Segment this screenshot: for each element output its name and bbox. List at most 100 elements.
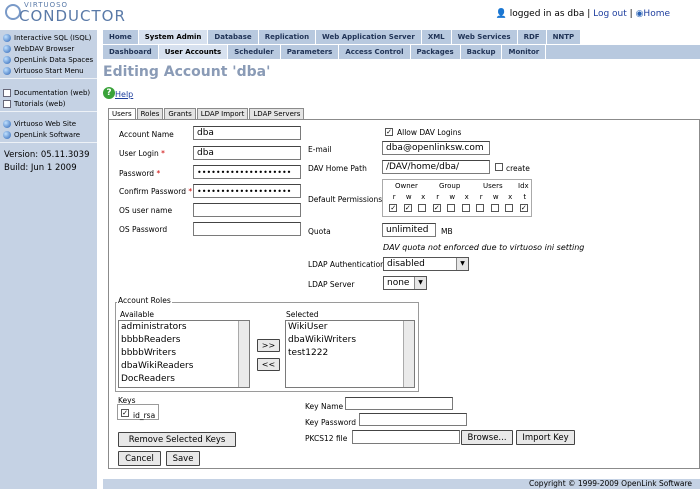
sidebar-item-webdav[interactable]: WebDAV Browser [0, 43, 97, 54]
save-button[interactable]: Save [166, 451, 200, 466]
ldap-auth-select[interactable]: disabled ▼ [383, 257, 469, 271]
tab-home[interactable]: Home [103, 30, 139, 44]
list-item[interactable]: dbaWikiReaders [119, 360, 249, 373]
tab-roles[interactable]: Roles [136, 108, 164, 119]
tab-backup[interactable]: Backup [461, 45, 503, 59]
list-item[interactable]: dbaWikiWriters [286, 334, 414, 347]
tab-nntp[interactable]: NNTP [546, 30, 582, 44]
user-icon: 👤 [495, 9, 507, 19]
key-name-input[interactable] [345, 397, 453, 410]
sidebar-item-label: OpenLink Software [14, 130, 81, 139]
ldap-server-select[interactable]: none ▼ [383, 276, 427, 290]
sidebar-item-isql[interactable]: Interactive SQL (ISQL) [0, 32, 97, 43]
sidebar-item-tutorials[interactable]: Tutorials (web) [0, 98, 97, 109]
version-text: Version: 05.11.3039 [4, 150, 90, 160]
help-link-group[interactable]: ? Help [103, 84, 133, 99]
list-item[interactable]: WikiUser [286, 321, 414, 334]
tab-users[interactable]: Users [108, 108, 136, 119]
quota-unit: MB [441, 227, 453, 236]
scrollbar[interactable] [238, 321, 249, 387]
home-link[interactable]: Home [643, 9, 670, 19]
perm-checkbox[interactable] [476, 204, 485, 212]
tab-packages[interactable]: Packages [411, 45, 461, 59]
sidebar-item-start-menu[interactable]: Virtuoso Start Menu [0, 65, 97, 76]
sidebar-item-label: WebDAV Browser [14, 44, 75, 53]
cancel-button[interactable]: Cancel [118, 451, 161, 466]
tab-web-app-server[interactable]: Web Application Server [316, 30, 422, 44]
perm-checkboxes: ✓ ✓ ✓ ✓ [386, 204, 531, 212]
logout-link[interactable]: Log out [593, 9, 627, 19]
perm-checkbox[interactable] [447, 204, 456, 212]
tab-replication[interactable]: Replication [258, 30, 317, 44]
remove-selected-keys-button[interactable]: Remove Selected Keys [118, 432, 236, 447]
user-login-input[interactable]: dba [193, 146, 301, 160]
allow-dav-checkbox[interactable]: ✓ [385, 128, 393, 136]
list-item[interactable]: DocReaders [119, 373, 249, 386]
tab-system-admin[interactable]: System Admin [138, 30, 209, 44]
scrollbar[interactable] [403, 321, 414, 387]
perm-checkbox[interactable] [461, 204, 470, 212]
tab-rdf[interactable]: RDF [517, 30, 547, 44]
sidebar-item-openlink[interactable]: OpenLink Software [0, 129, 97, 140]
help-icon[interactable]: ? [103, 87, 115, 99]
tab-dashboard[interactable]: Dashboard [103, 45, 159, 59]
tab-ldap-import[interactable]: LDAP Import [196, 108, 249, 119]
list-item[interactable]: test1222 [286, 347, 414, 360]
tab-xml[interactable]: XML [421, 30, 452, 44]
pkcs-file-input[interactable] [352, 430, 460, 444]
os-password-input[interactable] [193, 222, 301, 236]
tab-scheduler[interactable]: Scheduler [228, 45, 281, 59]
sidebar-item-documentation[interactable]: Documentation (web) [0, 87, 97, 98]
remove-role-button[interactable]: << [257, 358, 280, 371]
version-info: Version: 05.11.3039 Build: Jun 1 2009 [0, 149, 97, 175]
perm-owner-label: Owner [395, 182, 418, 190]
key-password-label: Key Password [305, 418, 357, 427]
password-input[interactable]: •••••••••••••••••••• [193, 165, 301, 179]
sidebar-links: Virtuoso Web Site OpenLink Software [0, 112, 97, 143]
tab-monitor[interactable]: Monitor [502, 45, 547, 59]
perm-checkbox[interactable] [490, 204, 499, 212]
tab-database[interactable]: Database [208, 30, 259, 44]
perm-checkbox[interactable] [505, 204, 514, 212]
help-link[interactable]: Help [115, 90, 133, 99]
confirm-password-input[interactable]: •••••••••••••••••••• [193, 184, 301, 198]
perm-checkbox[interactable]: ✓ [389, 204, 398, 212]
selected-roles-list[interactable]: WikiUser dbaWikiWriters test1222 [285, 320, 415, 388]
tab-access-control[interactable]: Access Control [339, 45, 411, 59]
perm-checkbox[interactable]: ✓ [403, 204, 412, 212]
key-checkbox[interactable]: ✓ [121, 409, 129, 417]
available-roles-list[interactable]: administrators bbbbReaders bbbbWriters dbaW… [118, 320, 250, 388]
account-name-input[interactable]: dba [193, 126, 301, 140]
list-item[interactable]: bbbbWriters [119, 347, 249, 360]
account-roles-legend: Account Roles [117, 296, 172, 305]
tab-parameters[interactable]: Parameters [281, 45, 340, 59]
account-tabs: Users Roles Grants LDAP Import LDAP Serv… [108, 108, 305, 119]
available-label: Available [120, 310, 154, 319]
sidebar-item-virtuoso-site[interactable]: Virtuoso Web Site [0, 118, 97, 129]
list-item[interactable]: bbbbReaders [119, 334, 249, 347]
tab-user-accounts[interactable]: User Accounts [158, 45, 229, 59]
perm-checkbox[interactable]: ✓ [432, 204, 441, 212]
sidebar-item-ods[interactable]: OpenLink Data Spaces [0, 54, 97, 65]
add-role-button[interactable]: >> [257, 339, 280, 352]
quota-input[interactable]: unlimited [382, 223, 436, 237]
user-box: 👤 logged in as dba | Log out | ◉Home [495, 9, 670, 19]
perm-checkbox[interactable] [418, 204, 427, 212]
perm-checkbox[interactable]: ✓ [519, 204, 528, 212]
tab-web-services[interactable]: Web Services [451, 30, 518, 44]
browse-button[interactable]: Browse... [461, 430, 513, 445]
ldap-auth-label: LDAP Authentication [308, 260, 385, 269]
import-key-button[interactable]: Import Key [516, 430, 575, 445]
os-user-input[interactable] [193, 203, 301, 217]
create-checkbox[interactable] [495, 163, 503, 171]
sidebar-item-label: Tutorials (web) [14, 99, 66, 108]
tab-grants[interactable]: Grants [164, 108, 196, 119]
page-title: Editing Account 'dba' [103, 64, 271, 80]
tab-ldap-servers[interactable]: LDAP Servers [249, 108, 305, 119]
dav-home-input[interactable]: /DAV/home/dba/ [382, 160, 490, 174]
perm-letter: w [405, 193, 412, 201]
email-input[interactable]: dba@openlinksw.com [382, 141, 490, 155]
key-password-input[interactable] [359, 413, 467, 426]
list-item[interactable]: administrators [119, 321, 249, 334]
allow-dav-label: Allow DAV Logins [397, 128, 462, 137]
